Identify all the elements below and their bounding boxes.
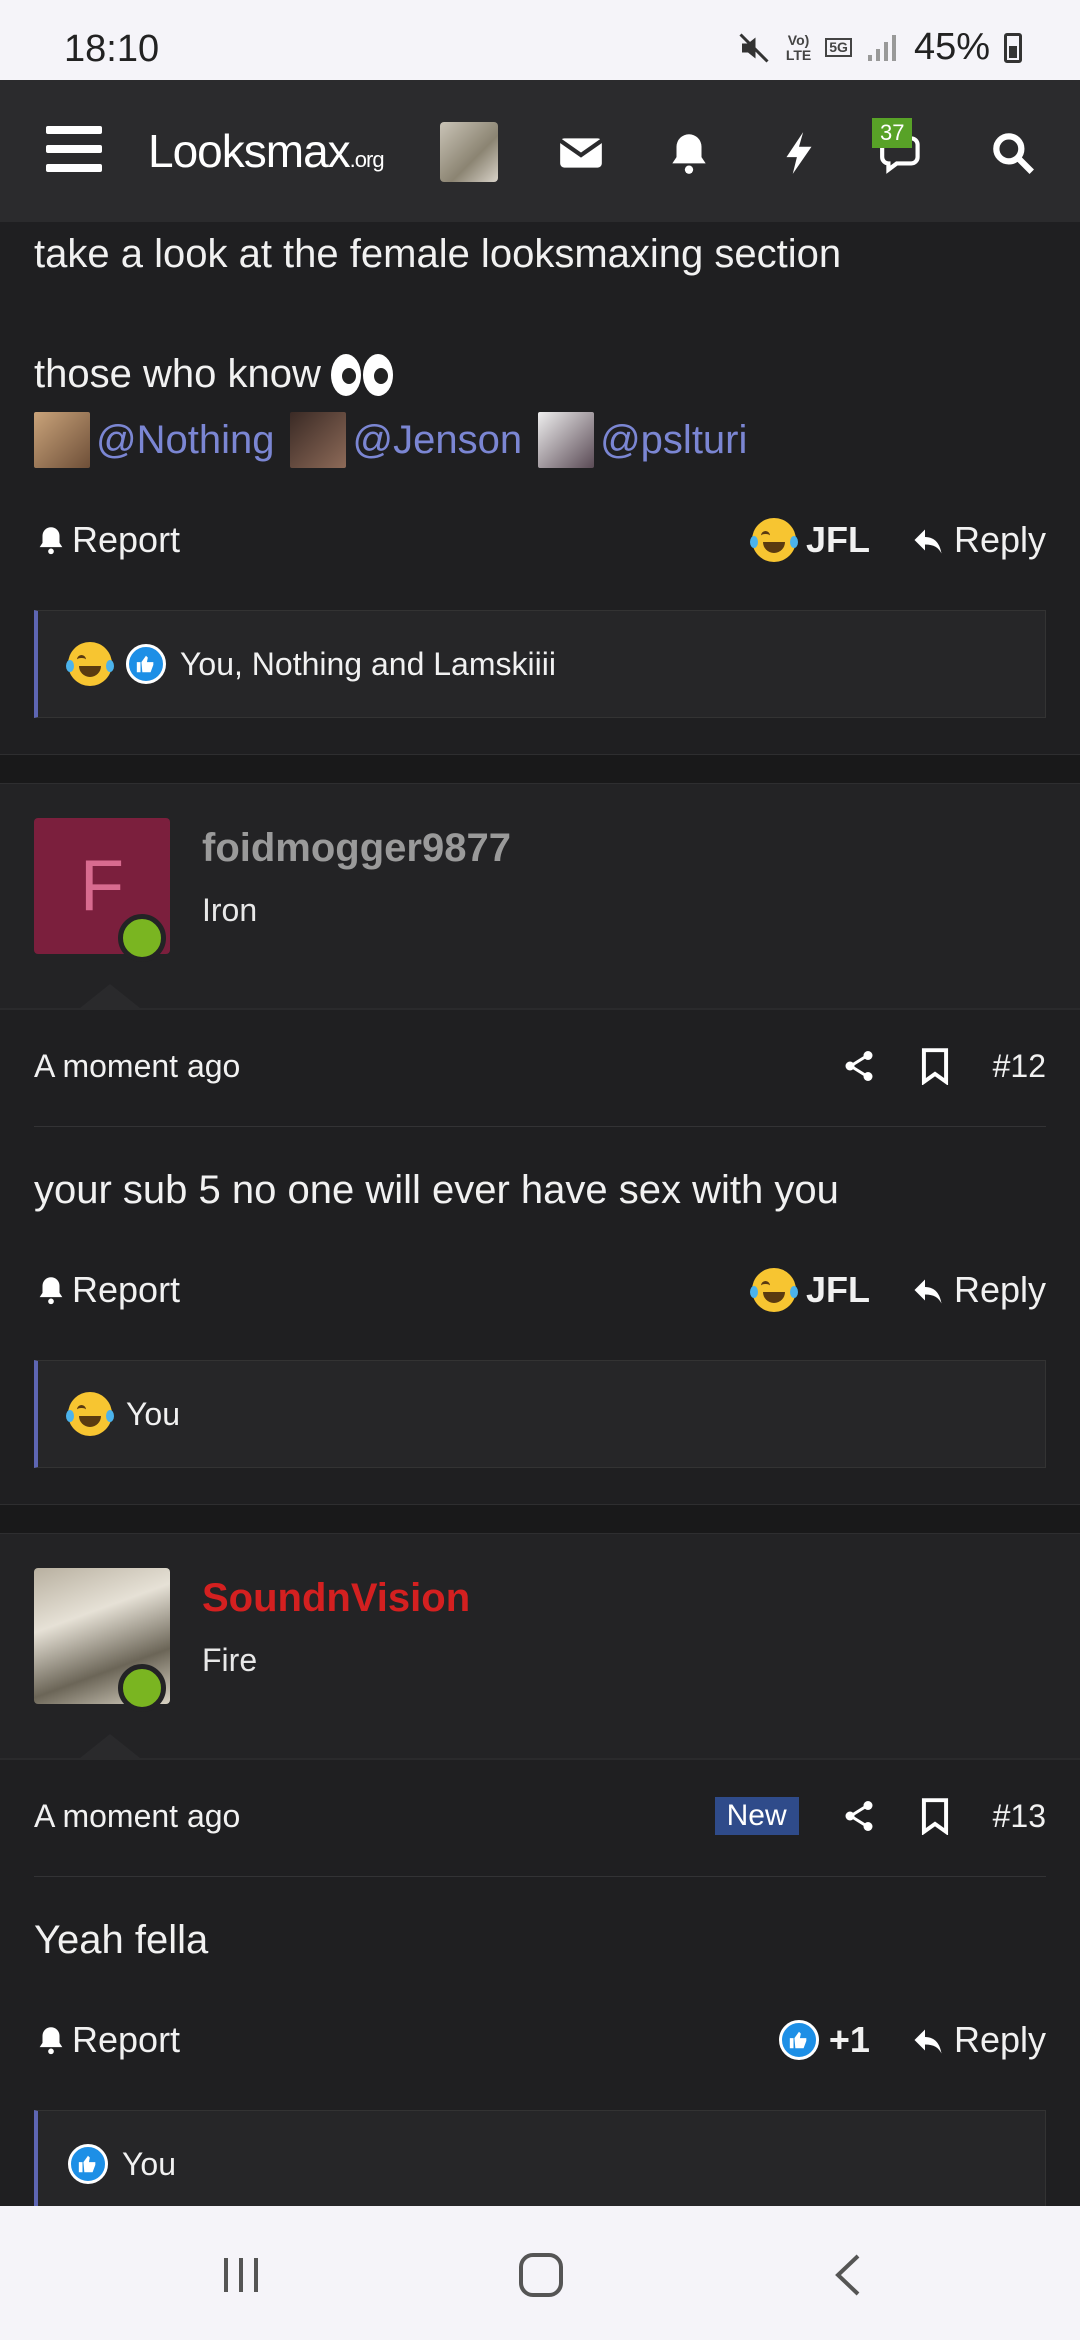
post-separator	[0, 754, 1080, 784]
new-badge: New	[714, 1797, 799, 1835]
post-text: your sub 5 no one will ever have sex wit…	[34, 1168, 839, 1212]
share-icon[interactable]	[841, 1048, 877, 1084]
post-number[interactable]: #12	[993, 1048, 1046, 1085]
mentions-row: @Nothing @Jenson @pslturi	[34, 412, 747, 468]
post-time[interactable]: A moment ago	[34, 1048, 240, 1085]
laughing-emoji-icon	[749, 1268, 798, 1312]
report-button[interactable]: Report	[34, 519, 180, 561]
laughing-emoji-icon	[66, 1392, 114, 1436]
status-time: 18:10	[64, 28, 160, 70]
report-button[interactable]: Report	[34, 1269, 180, 1311]
online-indicator	[118, 914, 166, 962]
post-user-block: F foidmogger9877 Iron	[0, 784, 1080, 1008]
bell-icon[interactable]	[664, 128, 714, 178]
post-meta: A moment ago New #13	[34, 1786, 1046, 1846]
post-text-line: take a look at the female looksmaxing se…	[34, 232, 842, 276]
site-logo[interactable]: Looksmax.org	[148, 124, 385, 178]
user-block-arrow	[80, 1734, 140, 1758]
post-actions: Report JFL Reply	[34, 510, 1046, 570]
mention-link[interactable]: @pslturi	[600, 418, 747, 463]
divider	[0, 1758, 1080, 1760]
reaction-button[interactable]: JFL	[749, 1268, 870, 1312]
post-number[interactable]: #13	[993, 1798, 1046, 1835]
recent-apps-icon[interactable]	[216, 2250, 266, 2300]
username[interactable]: foidmogger9877	[202, 826, 511, 871]
user-title: Iron	[202, 892, 258, 928]
bell-icon	[39, 1277, 63, 1305]
like-emoji-icon	[126, 644, 166, 684]
mention-avatar	[34, 412, 90, 468]
post-user-block: SoundnVision Fire	[0, 1534, 1080, 1758]
back-icon[interactable]	[824, 2250, 874, 2300]
status-bar: 18:10 Vo) LTE 5G 45%	[0, 0, 1080, 80]
mention-avatar	[290, 412, 347, 468]
user-avatar[interactable]	[440, 122, 498, 182]
reply-icon	[914, 2029, 942, 2054]
reaction-summary[interactable]: You	[34, 1360, 1046, 1468]
reaction-summary[interactable]: You, Nothing and Lamskiiii	[34, 610, 1046, 718]
laughing-emoji-icon	[749, 518, 798, 562]
divider	[34, 1876, 1046, 1877]
volte-icon: Vo) LTE	[785, 31, 812, 63]
post-meta: A moment ago #12	[34, 1036, 1046, 1096]
lightning-icon[interactable]	[774, 128, 824, 178]
menu-icon[interactable]	[46, 126, 102, 172]
divider	[34, 1126, 1046, 1127]
eyes-emoji-icon	[330, 353, 393, 396]
reaction-button[interactable]: +1	[778, 2019, 870, 2061]
mention-avatar	[538, 412, 595, 468]
laughing-emoji-icon	[66, 642, 114, 686]
report-button[interactable]: Report	[34, 2019, 180, 2061]
notification-count-badge: 37	[872, 118, 913, 148]
bookmark-icon[interactable]	[919, 1047, 951, 1085]
5g-icon: 5G	[825, 38, 852, 57]
reactors-text: You	[122, 2145, 176, 2182]
reaction-summary[interactable]: You	[34, 2110, 1046, 2218]
post-actions: Report +1 Reply	[34, 2010, 1046, 2070]
like-emoji-icon	[778, 2020, 819, 2060]
mute-icon	[739, 32, 769, 63]
reply-button[interactable]: Reply	[910, 519, 1046, 561]
user-block-arrow	[80, 984, 140, 1008]
online-indicator	[118, 1664, 166, 1712]
reaction-button[interactable]: JFL	[749, 518, 870, 562]
inbox-icon[interactable]	[556, 128, 606, 178]
system-nav-bar	[0, 2206, 1080, 2340]
mention-link[interactable]: @Nothing	[96, 418, 274, 463]
signal-icon	[867, 34, 896, 61]
reply-button[interactable]: Reply	[910, 2019, 1046, 2061]
bookmark-icon[interactable]	[919, 1797, 951, 1835]
post-text: Yeah fella	[34, 1918, 209, 1962]
post-separator	[0, 1504, 1080, 1534]
reply-icon	[914, 529, 942, 554]
share-icon[interactable]	[841, 1798, 877, 1834]
bell-icon	[39, 2027, 63, 2055]
reactors-text: You	[126, 1395, 180, 1432]
user-title: Fire	[202, 1642, 258, 1678]
battery-percent: 45%	[913, 26, 990, 68]
post-text-line: those who know	[34, 352, 393, 397]
app-header: Looksmax.org	[0, 80, 1080, 222]
bell-icon	[39, 527, 63, 555]
like-emoji-icon	[68, 2144, 108, 2184]
post-actions: Report JFL Reply	[34, 1260, 1046, 1320]
home-icon[interactable]	[516, 2250, 566, 2300]
mention-link[interactable]: @Jenson	[352, 418, 522, 463]
reply-icon	[914, 1279, 942, 1304]
battery-icon	[1004, 32, 1022, 63]
reply-button[interactable]: Reply	[910, 1269, 1046, 1311]
status-icons: Vo) LTE 5G 45%	[736, 26, 1022, 69]
reactors-text: You, Nothing and Lamskiiii	[180, 645, 556, 682]
username[interactable]: SoundnVision	[202, 1576, 470, 1621]
post-time[interactable]: A moment ago	[34, 1798, 240, 1835]
divider	[0, 1008, 1080, 1010]
search-icon[interactable]	[988, 128, 1038, 178]
